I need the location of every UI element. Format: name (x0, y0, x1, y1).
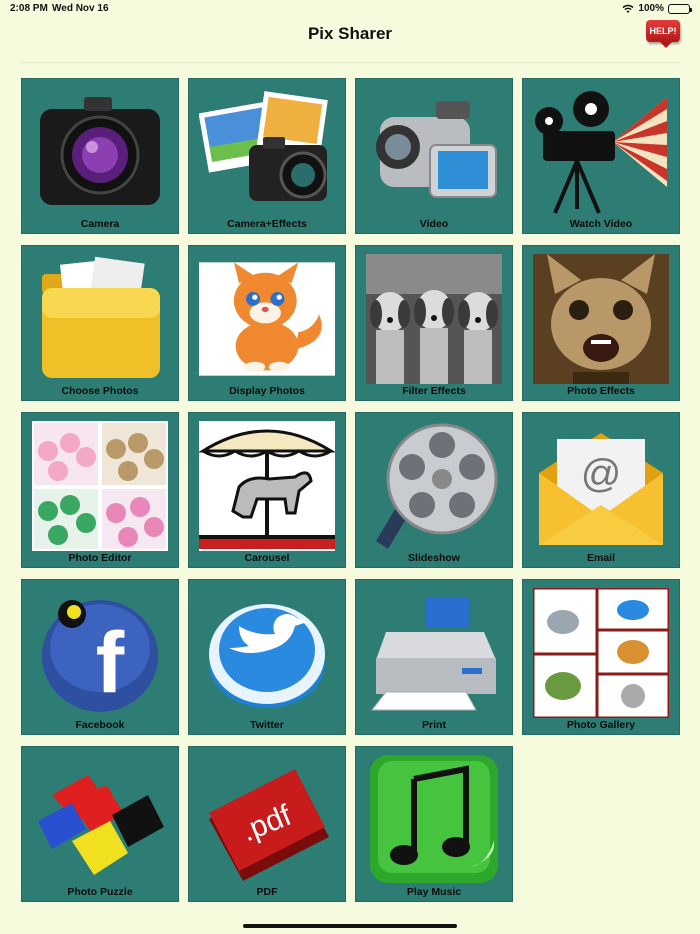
folder-icon (32, 254, 168, 384)
home-indicator[interactable] (243, 924, 457, 928)
tile-photo-gallery[interactable]: Photo Gallery (522, 579, 680, 735)
tile-label: Photo Effects (567, 385, 635, 397)
tile-label: Video (419, 218, 449, 230)
music-note-icon (366, 755, 502, 885)
tile-label: Carousel (244, 552, 290, 564)
tile-photo-editor[interactable]: Photo Editor (21, 412, 179, 568)
tile-facebook[interactable]: f Facebook (21, 579, 179, 735)
twitter-bird-icon (199, 588, 335, 718)
tile-email[interactable]: @ Email (522, 412, 680, 568)
status-right: 100% (622, 3, 692, 14)
cat-icon (199, 254, 335, 384)
tile-label: Email (586, 552, 615, 564)
tile-label: Play Music (406, 886, 462, 898)
tile-label: Print (422, 719, 446, 731)
tile-play-music[interactable]: Play Music (355, 746, 513, 902)
gallery-icon (533, 588, 669, 718)
tile-label: Camera (80, 218, 120, 230)
cupcakes-icon (32, 421, 168, 551)
tile-label: Display Photos (229, 385, 305, 397)
tile-label: Twitter (250, 719, 284, 731)
tile-label: Choose Photos (61, 385, 139, 397)
tile-label: Facebook (75, 719, 125, 731)
camera-effects-icon (199, 87, 335, 217)
tile-label: Slideshow (408, 552, 460, 564)
help-button[interactable]: HELP! (646, 20, 680, 48)
tile-label: Photo Puzzle (67, 886, 133, 898)
video-camera-icon (366, 87, 502, 217)
tile-watch-video[interactable]: Watch Video (522, 78, 680, 234)
tile-camera[interactable]: Camera (21, 78, 179, 234)
tile-label: Watch Video (569, 218, 633, 230)
feature-grid: Camera Camera+Effects Video Watch Video … (21, 78, 680, 902)
puzzle-icon (32, 755, 168, 885)
tile-pdf[interactable]: .pdf PDF (188, 746, 346, 902)
tile-print[interactable]: Print (355, 579, 513, 735)
facebook-f-glyph: f (96, 615, 125, 711)
page-title: Pix Sharer (307, 24, 393, 43)
tile-label: Filter Effects (402, 385, 466, 397)
tile-label: Photo Gallery (566, 719, 636, 731)
tile-label: PDF (256, 886, 278, 898)
status-bar: 2:08 PM Wed Nov 16 100% (0, 0, 700, 18)
tile-choose-photos[interactable]: Choose Photos (21, 245, 179, 401)
camera-icon (32, 87, 168, 217)
facebook-icon: f (32, 588, 168, 718)
envelope-icon: @ (533, 421, 669, 551)
tile-photo-puzzle[interactable]: Photo Puzzle (21, 746, 179, 902)
tile-camera-effects[interactable]: Camera+Effects (188, 78, 346, 234)
tile-slideshow[interactable]: Slideshow (355, 412, 513, 568)
status-time: 2:08 PM (10, 3, 48, 14)
printer-icon (366, 588, 502, 718)
tile-carousel[interactable]: Carousel (188, 412, 346, 568)
pdf-icon: .pdf (199, 755, 335, 885)
film-projector-icon (533, 87, 669, 217)
tile-filter-effects[interactable]: Filter Effects (355, 245, 513, 401)
dogs-photo-icon (366, 254, 502, 384)
email-at-sign: @ (581, 452, 622, 496)
tile-label: Photo Editor (68, 552, 132, 564)
kitten-photo-icon (533, 254, 669, 384)
tile-display-photos[interactable]: Display Photos (188, 245, 346, 401)
film-reel-icon (366, 421, 502, 551)
tile-photo-effects[interactable]: Photo Effects (522, 245, 680, 401)
tile-twitter[interactable]: Twitter (188, 579, 346, 735)
battery-icon (668, 3, 692, 14)
battery-percent: 100% (638, 3, 664, 14)
wifi-icon (622, 4, 634, 13)
status-date: Wed Nov 16 (52, 3, 109, 14)
nav-divider (20, 62, 680, 63)
carousel-icon (199, 421, 335, 551)
tile-label: Camera+Effects (227, 218, 307, 230)
tile-video[interactable]: Video (355, 78, 513, 234)
